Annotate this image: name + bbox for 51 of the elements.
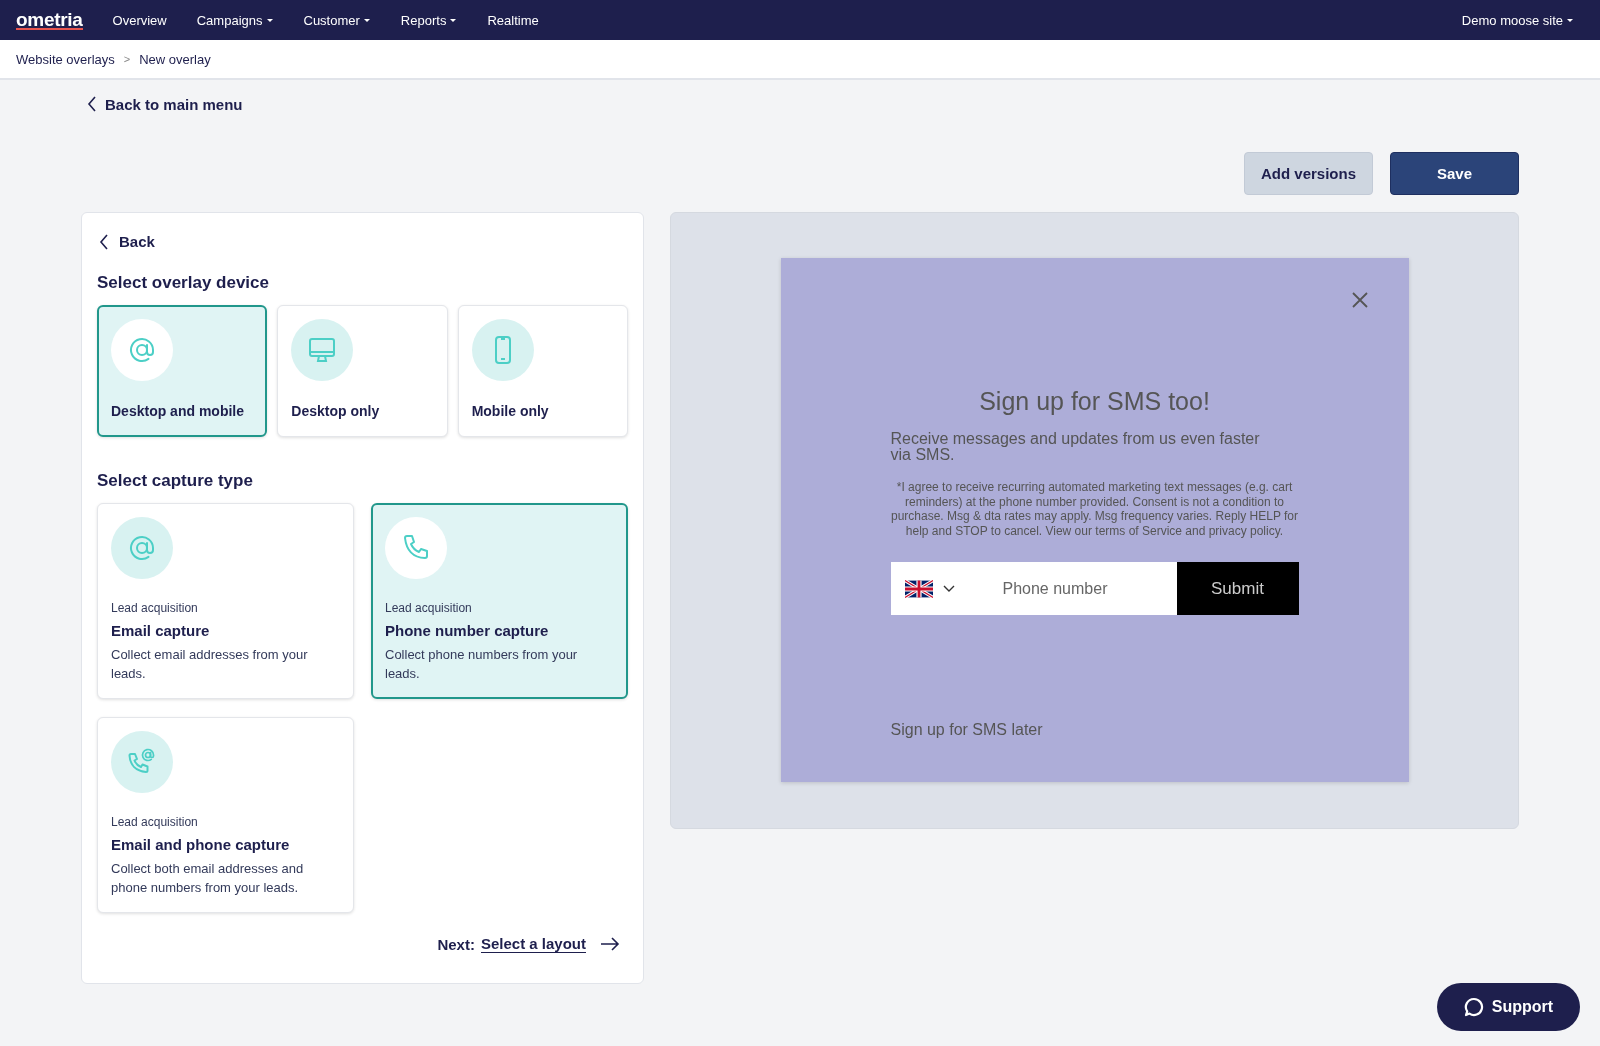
section-heading: Select overlay device	[97, 273, 270, 293]
next-step-link[interactable]: Select a layout	[480, 935, 586, 953]
card-description: Collect both email addresses and phone numbers from your leads.	[111, 860, 305, 897]
card-title: Desktop and mobile	[111, 403, 246, 419]
back-link[interactable]: Back to main menu	[87, 94, 1519, 114]
card-description: Collect email addresses from your leads.	[111, 646, 309, 683]
card-title: Mobile only	[471, 403, 550, 419]
card-category: Lead acquisition	[111, 815, 199, 829]
back-button[interactable]: Back	[99, 233, 628, 250]
breadcrumb-separator: >	[123, 53, 131, 65]
device-option-card[interactable]: Desktop only	[277, 305, 448, 437]
overlay-subtitle: Receive messages and updates from us even faster via SMS.	[890, 431, 1261, 463]
breadcrumb-item[interactable]: New overlay	[139, 51, 211, 67]
chevron-left-icon	[99, 233, 109, 250]
next-label: Next:	[437, 935, 475, 953]
country-code-selector[interactable]	[890, 562, 989, 615]
card-category: Lead acquisition	[385, 601, 473, 615]
add-versions-button[interactable]: Add versions	[1244, 152, 1373, 195]
arrow-right-icon	[600, 937, 620, 951]
consent-text: *I agree to receive recurring automated marketing text messages (e.g. cart reminders) at the phone number provided. Consent is not a condition to purchase. Msg & dta rates may apply. Msg frequency varies. Reply HELP for help and STOP to cancel. View our terms of Service and privacy policy.	[890, 480, 1299, 538]
section-heading: Select capture type	[97, 471, 254, 491]
device-option-card[interactable]: Mobile only	[457, 305, 628, 437]
ometria-logo[interactable]: ometria	[16, 10, 83, 30]
overlay-title: Sign up for SMS too!	[978, 387, 1211, 416]
sign-up-later-link[interactable]: Sign up for SMS later	[890, 721, 1299, 739]
nav-menu-item[interactable]: Reports	[400, 12, 458, 28]
site-selector[interactable]: Demo moose site	[1461, 12, 1574, 28]
card-title: Desktop only	[291, 403, 381, 419]
capture-type-card[interactable]: Lead acquisition Email and phone capture Collect both email addresses and phone numbers from your leads.	[97, 717, 354, 913]
nav-menu-item[interactable]: Overview	[112, 12, 167, 28]
card-title: Email and phone capture	[111, 836, 291, 853]
close-icon	[1351, 292, 1368, 308]
submit-button[interactable]: Submit	[1176, 562, 1299, 615]
nav-menu-item[interactable]: Campaigns	[196, 12, 274, 28]
nav-menu-item[interactable]: Customer	[303, 12, 371, 28]
card-category: Lead acquisition	[111, 601, 199, 615]
capture-type-card[interactable]: Lead acquisition Phone number capture Collect phone numbers from your leads.	[371, 503, 628, 699]
device-option-card[interactable]: Desktop and mobile	[97, 305, 268, 437]
chevron-down-icon	[942, 584, 955, 593]
phone-number-field[interactable]: Phone number	[988, 562, 1177, 615]
card-description: Collect phone numbers from your leads.	[385, 646, 579, 683]
breadcrumb-item[interactable]: Website overlays	[16, 51, 115, 67]
chevron-left-icon	[87, 96, 97, 112]
support-button[interactable]: Support	[1437, 983, 1580, 1031]
card-title: Email capture	[111, 622, 211, 639]
chat-bubble-icon	[1463, 997, 1484, 1017]
capture-type-card[interactable]: Lead acquisition Email capture Collect email addresses from your leads.	[97, 503, 354, 699]
nav-menu-item[interactable]: Realtime	[487, 12, 539, 28]
card-title: Phone number capture	[385, 622, 550, 639]
save-button[interactable]: Save	[1390, 152, 1519, 195]
union-jack-flag-icon	[904, 579, 933, 598]
